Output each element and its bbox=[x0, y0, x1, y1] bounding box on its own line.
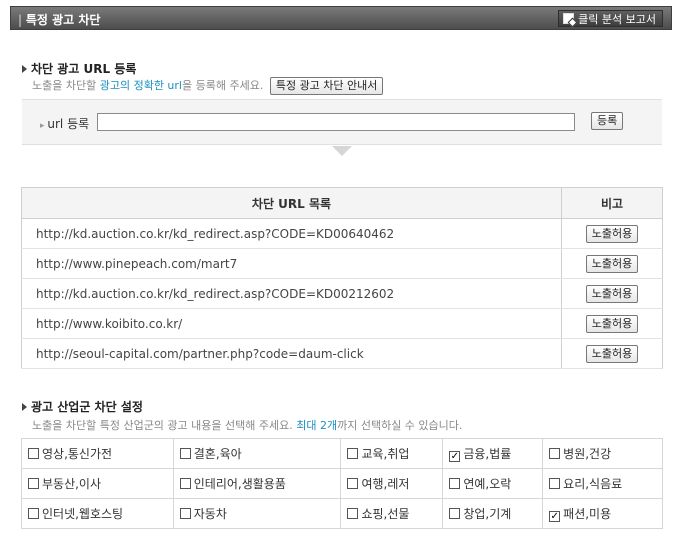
table-row: http://kd.auction.co.kr/kd_redirect.asp?… bbox=[21, 218, 663, 249]
category-option[interactable]: 인터넷,웹호스팅 bbox=[21, 498, 174, 529]
register-button[interactable]: 등록 bbox=[591, 112, 624, 130]
url-cell: http://kd.auction.co.kr/kd_redirect.asp?… bbox=[21, 218, 562, 249]
bullet-arrow-icon bbox=[22, 64, 27, 73]
url-desc-highlight: 광고의 정확한 url bbox=[99, 79, 182, 92]
table-row: http://www.pinepeach.com/mart7 노출허용 bbox=[21, 248, 663, 279]
table-row: http://seoul-capital.com/partner.php?cod… bbox=[21, 338, 663, 369]
url-cell: http://www.pinepeach.com/mart7 bbox=[21, 248, 562, 279]
category-label: 결혼,육아 bbox=[193, 447, 242, 461]
url-desc-prefix: 노출을 차단할 bbox=[32, 79, 100, 92]
category-option[interactable]: 쇼핑,선물 bbox=[340, 498, 444, 529]
category-section-heading: 광고 산업군 차단 설정 bbox=[22, 398, 143, 415]
category-label: 쇼핑,선물 bbox=[361, 507, 410, 521]
category-checkbox[interactable] bbox=[28, 448, 39, 459]
category-checkbox[interactable]: ✓ bbox=[449, 451, 461, 462]
category-option[interactable]: 인테리어,생활용품 bbox=[172, 468, 342, 499]
category-row: 영상,통신가전 결혼,육아 교육,취업 ✓ 금융,법률 병원,건강 bbox=[21, 438, 663, 469]
cat-desc-suffix: 까지 선택하실 수 있습니다. bbox=[337, 419, 463, 432]
category-label: 창업,기계 bbox=[463, 507, 512, 521]
category-section-desc: 노출을 차단할 특정 산업군의 광고 내용을 선택해 주세요. 최대 2개까지 … bbox=[32, 417, 462, 433]
title-bar: 특정 광고 차단 클릭 분석 보고서 bbox=[10, 6, 672, 30]
category-option[interactable]: 창업,기계 bbox=[442, 498, 544, 529]
category-option[interactable]: ✓ 패션,미용 bbox=[542, 498, 663, 529]
category-option[interactable]: ✓ 금융,법률 bbox=[442, 438, 544, 469]
category-option[interactable]: 요리,식음료 bbox=[542, 468, 663, 499]
cat-desc-prefix: 노출을 차단할 특정 산업군의 광고 내용을 선택해 주세요. bbox=[32, 419, 297, 432]
category-checkbox[interactable]: ✓ bbox=[549, 511, 561, 522]
category-checkbox[interactable] bbox=[549, 478, 561, 489]
category-checkbox[interactable] bbox=[347, 508, 359, 519]
category-label: 인테리어,생활용품 bbox=[193, 477, 286, 491]
category-checkbox[interactable] bbox=[347, 478, 359, 489]
url-register-label: url 등록 bbox=[40, 115, 89, 132]
category-row: 부동산,이사 인테리어,생활용품 여행,레저 연예,오락 요리,식음료 bbox=[21, 468, 663, 499]
down-arrow-icon bbox=[332, 146, 352, 156]
allow-exposure-button[interactable]: 노출허용 bbox=[585, 314, 639, 333]
table-row: http://kd.auction.co.kr/kd_redirect.asp?… bbox=[21, 278, 663, 309]
category-grid: 영상,통신가전 결혼,육아 교육,취업 ✓ 금융,법률 병원,건강 부동산,이사 인테리어,생… bbox=[21, 438, 663, 529]
category-label: 부동산,이사 bbox=[42, 477, 102, 491]
click-report-label: 클릭 분석 보고서 bbox=[578, 12, 656, 26]
category-label: 금융,법률 bbox=[463, 447, 512, 461]
url-register-box: url 등록 등록 bbox=[22, 99, 662, 145]
url-section-desc: 노출을 차단할 광고의 정확한 url을 등록해 주세요. 특정 광고 차단 안… bbox=[32, 77, 384, 95]
category-option[interactable]: 여행,레저 bbox=[340, 468, 444, 499]
category-label: 여행,레저 bbox=[361, 477, 410, 491]
url-input[interactable] bbox=[97, 113, 575, 131]
category-section-title: 광고 산업군 차단 설정 bbox=[31, 400, 143, 414]
category-row: 인터넷,웹호스팅 자동차 쇼핑,선물 창업,기계 ✓ 패션,미용 bbox=[21, 498, 663, 529]
category-label: 요리,식음료 bbox=[563, 477, 623, 491]
allow-exposure-button[interactable]: 노출허용 bbox=[585, 224, 639, 243]
category-checkbox[interactable] bbox=[179, 478, 191, 489]
table-row: http://www.koibito.co.kr/ 노출허용 bbox=[21, 308, 663, 339]
click-report-button[interactable]: 클릭 분석 보고서 bbox=[558, 10, 663, 27]
col-header-note: 비고 bbox=[561, 187, 663, 219]
url-cell: http://www.koibito.co.kr/ bbox=[21, 308, 562, 339]
category-label: 연예,오락 bbox=[463, 477, 512, 491]
category-checkbox[interactable] bbox=[449, 508, 461, 519]
category-checkbox[interactable] bbox=[449, 478, 461, 489]
allow-exposure-button[interactable]: 노출허용 bbox=[585, 344, 639, 363]
page-title: 특정 광고 차단 bbox=[18, 11, 101, 28]
blocked-url-table: 차단 URL 목록 비고 http://kd.auction.co.kr/kd_… bbox=[21, 187, 663, 369]
category-option[interactable]: 교육,취업 bbox=[340, 438, 444, 469]
category-option[interactable]: 결혼,육아 bbox=[172, 438, 342, 469]
category-label: 병원,건강 bbox=[563, 447, 612, 461]
category-checkbox[interactable] bbox=[179, 448, 191, 459]
allow-exposure-button[interactable]: 노출허용 bbox=[585, 254, 639, 273]
category-option[interactable]: 병원,건강 bbox=[542, 438, 663, 469]
category-checkbox[interactable] bbox=[179, 508, 191, 519]
category-option[interactable]: 부동산,이사 bbox=[21, 468, 174, 499]
bullet-arrow-icon bbox=[22, 402, 27, 411]
category-checkbox[interactable] bbox=[28, 478, 39, 489]
category-option[interactable]: 자동차 bbox=[172, 498, 342, 529]
allow-exposure-button[interactable]: 노출허용 bbox=[585, 284, 639, 303]
cat-desc-highlight: 최대 2개 bbox=[296, 419, 338, 432]
category-option[interactable]: 연예,오락 bbox=[442, 468, 544, 499]
category-label: 자동차 bbox=[193, 507, 227, 521]
category-label: 교육,취업 bbox=[361, 447, 410, 461]
category-checkbox[interactable] bbox=[549, 448, 561, 459]
category-label: 인터넷,웹호스팅 bbox=[42, 507, 124, 521]
guide-button[interactable]: 특정 광고 차단 안내서 bbox=[269, 77, 384, 95]
col-header-url: 차단 URL 목록 bbox=[21, 187, 562, 219]
category-label: 영상,통신가전 bbox=[42, 447, 113, 461]
category-label: 패션,미용 bbox=[563, 507, 612, 521]
url-cell: http://kd.auction.co.kr/kd_redirect.asp?… bbox=[21, 278, 562, 309]
category-checkbox[interactable] bbox=[28, 508, 39, 519]
url-section-heading: 차단 광고 URL 등록 bbox=[22, 60, 136, 77]
category-checkbox[interactable] bbox=[347, 448, 359, 459]
url-desc-suffix: 을 등록해 주세요. bbox=[181, 79, 264, 92]
category-option[interactable]: 영상,통신가전 bbox=[21, 438, 174, 469]
url-cell: http://seoul-capital.com/partner.php?cod… bbox=[21, 338, 562, 369]
url-section-title: 차단 광고 URL 등록 bbox=[31, 62, 137, 76]
report-icon bbox=[563, 13, 575, 24]
